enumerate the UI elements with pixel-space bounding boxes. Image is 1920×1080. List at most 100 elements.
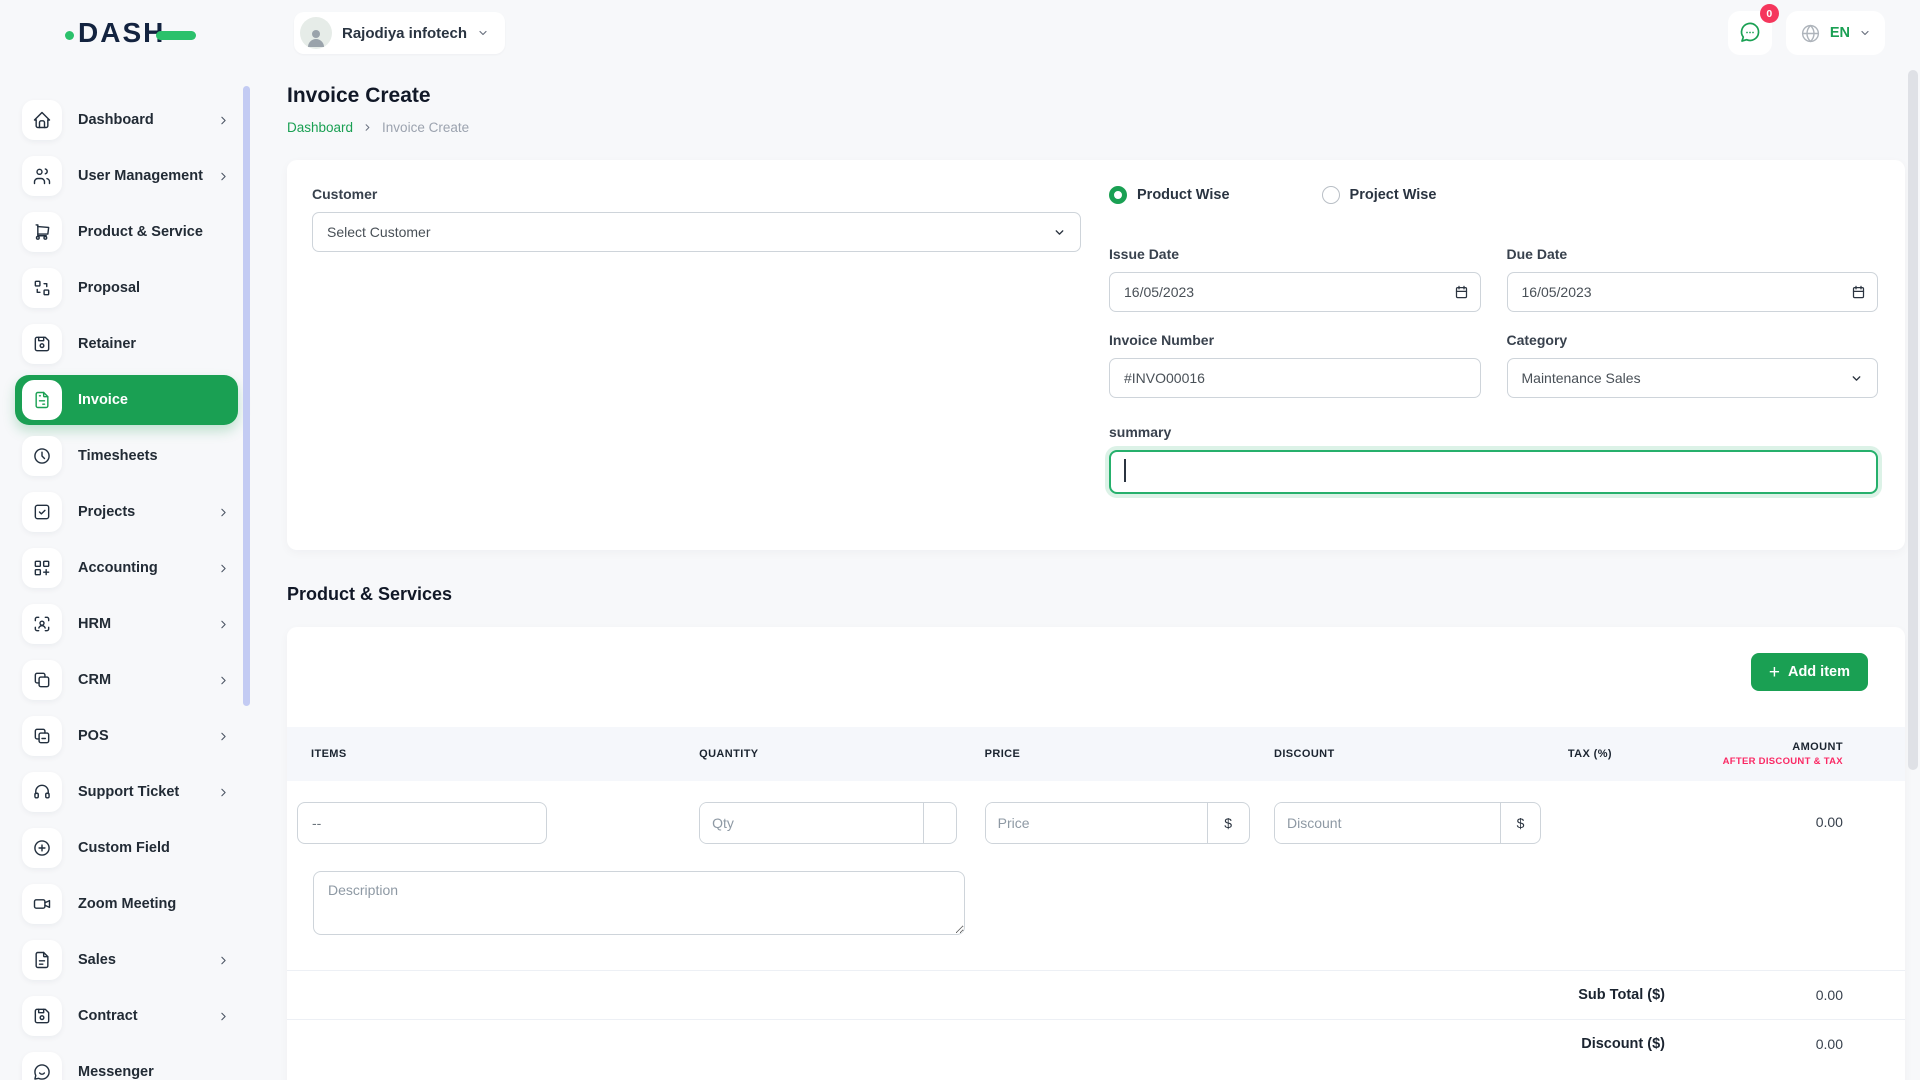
sidebar: Dashboard User Management Product & Serv… [0, 58, 250, 1080]
sidebar-item-retainer[interactable]: Retainer [0, 316, 250, 372]
add-item-button[interactable]: + Add item [1751, 653, 1868, 691]
floppy-icon [22, 324, 62, 364]
squares-icon [22, 716, 62, 756]
sidebar-item-pos[interactable]: POS [0, 708, 250, 764]
logo-dot-icon [65, 31, 74, 40]
invoice-number-input[interactable] [1109, 358, 1481, 398]
invoice-number-label: Invoice Number [1109, 332, 1481, 348]
sidebar-item-projects[interactable]: Projects [0, 484, 250, 540]
page-scrollbar[interactable] [1906, 0, 1920, 1080]
project-wise-radio[interactable]: Project Wise [1322, 186, 1437, 204]
sidebar-item-messenger[interactable]: Messenger [0, 1044, 250, 1080]
chevron-right-icon [217, 1010, 230, 1023]
sidebar-item-proposal[interactable]: Proposal [0, 260, 250, 316]
item-description-input[interactable] [313, 871, 965, 935]
sidebar-item-hrm[interactable]: HRM [0, 596, 250, 652]
subtotal-row: Sub Total ($) 0.00 [287, 970, 1905, 1019]
chevron-right-icon [217, 954, 230, 967]
person-icon [303, 25, 329, 49]
chat-smile-icon [22, 1052, 62, 1080]
col-items: ITEMS [287, 748, 659, 760]
summary-input[interactable] [1109, 450, 1878, 494]
user-scan-icon [22, 604, 62, 644]
customer-label: Customer [312, 186, 1081, 202]
video-icon [22, 884, 62, 924]
messages-button[interactable]: 0 [1728, 11, 1772, 55]
sidebar-item-product-service[interactable]: Product & Service [0, 204, 250, 260]
summary-field: summary [1109, 424, 1878, 499]
page-scrollbar-thumb[interactable] [1908, 70, 1918, 770]
discount-total-row: Discount ($) 0.00 [287, 1019, 1905, 1068]
sidebar-item-accounting[interactable]: Accounting [0, 540, 250, 596]
main-content: Invoice Create Dashboard Invoice Create … [250, 58, 1920, 1080]
sidebar-item-timesheets[interactable]: Timesheets [0, 428, 250, 484]
customer-column: Customer Select Customer [312, 186, 1081, 520]
category-field: Category Maintenance Sales [1507, 332, 1879, 398]
text-caret [1124, 459, 1126, 482]
items-table-header: ITEMS QUANTITY PRICE DISCOUNT TAX (%) AM… [287, 727, 1905, 781]
language-code: EN [1830, 25, 1850, 41]
items-table: ITEMS QUANTITY PRICE DISCOUNT TAX (%) AM… [287, 727, 1905, 1068]
due-date-input[interactable] [1507, 272, 1879, 312]
floppy-icon [22, 996, 62, 1036]
discount-input[interactable] [1275, 803, 1500, 843]
amount-subnote: AFTER DISCOUNT & TAX [1699, 756, 1842, 767]
message-dots-icon [1738, 21, 1762, 45]
workspace-switcher[interactable]: Rajodiya infotech [294, 12, 505, 54]
exchange-icon [22, 268, 62, 308]
breadcrumb-dashboard-link[interactable]: Dashboard [287, 120, 353, 135]
col-tax: TAX (%) [1554, 748, 1700, 760]
chevron-right-icon [217, 114, 230, 127]
summary-label: summary [1109, 424, 1878, 440]
sidebar-scrollbar[interactable] [243, 86, 250, 706]
chevron-right-icon [217, 618, 230, 631]
brand-logo[interactable]: DASH [65, 17, 250, 49]
headset-icon [22, 772, 62, 812]
squares-icon [22, 660, 62, 700]
sidebar-item-invoice[interactable]: Invoice [15, 375, 238, 425]
document-icon [22, 940, 62, 980]
workspace-name: Rajodiya infotech [342, 25, 467, 42]
category-select[interactable]: Maintenance Sales [1507, 358, 1879, 398]
sidebar-item-support-ticket[interactable]: Support Ticket [0, 764, 250, 820]
language-selector[interactable]: EN [1786, 11, 1885, 55]
check-square-icon [22, 492, 62, 532]
quantity-addon [923, 803, 956, 843]
chevron-right-icon [217, 562, 230, 575]
breadcrumb-current: Invoice Create [382, 120, 469, 135]
sidebar-item-contract[interactable]: Contract [0, 988, 250, 1044]
invoice-form-card: Customer Select Customer Product Wise [287, 160, 1905, 550]
customer-select-value: Select Customer [327, 224, 430, 240]
customer-select[interactable]: Select Customer [312, 212, 1081, 252]
cart-icon [22, 212, 62, 252]
row-amount-value: 0.00 [1699, 802, 1904, 830]
subtotal-value: 0.00 [1665, 987, 1843, 1003]
quantity-input[interactable] [700, 803, 923, 843]
item-row: -- $ [287, 781, 1905, 844]
chevron-down-icon [477, 27, 489, 39]
globe-icon [1800, 23, 1821, 44]
chevron-right-icon [362, 122, 373, 133]
chevron-down-icon [1850, 372, 1863, 385]
chevron-right-icon [217, 786, 230, 799]
sidebar-item-sales[interactable]: Sales [0, 932, 250, 988]
sidebar-item-user-management[interactable]: User Management [0, 148, 250, 204]
users-icon [22, 156, 62, 196]
invoice-type-radios: Product Wise Project Wise [1109, 186, 1878, 204]
clock-icon [22, 436, 62, 476]
messages-badge: 0 [1760, 4, 1779, 23]
price-input[interactable] [986, 803, 1207, 843]
item-select[interactable]: -- [297, 802, 547, 844]
chevron-right-icon [217, 730, 230, 743]
sidebar-item-crm[interactable]: CRM [0, 652, 250, 708]
logo-dash-icon [156, 31, 196, 40]
col-price: PRICE [975, 748, 1261, 760]
issue-date-input[interactable] [1109, 272, 1481, 312]
product-wise-radio[interactable]: Product Wise [1109, 186, 1230, 204]
sidebar-item-dashboard[interactable]: Dashboard [0, 92, 250, 148]
breadcrumb: Dashboard Invoice Create [287, 120, 1905, 135]
sidebar-item-custom-field[interactable]: Custom Field [0, 820, 250, 876]
topbar: DASH Rajodiya infotech 0 EN [0, 0, 1920, 58]
sidebar-item-zoom-meeting[interactable]: Zoom Meeting [0, 876, 250, 932]
chevron-right-icon [217, 506, 230, 519]
